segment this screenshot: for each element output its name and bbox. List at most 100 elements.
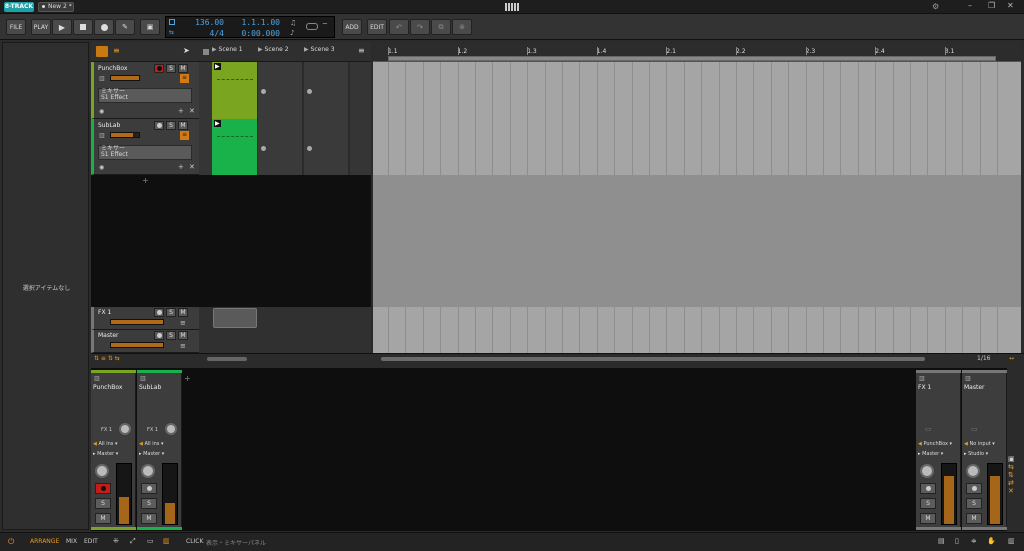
play-menu-button[interactable]: PLAY xyxy=(31,19,51,35)
record-button[interactable] xyxy=(94,19,114,35)
solo-button[interactable]: S xyxy=(166,308,176,317)
groove-icon[interactable]: ♫ xyxy=(290,19,296,27)
add-button[interactable]: ADD xyxy=(342,19,362,35)
curve-icon[interactable]: ~ xyxy=(322,20,328,28)
device-toggle-icon[interactable]: ≡ xyxy=(180,74,189,83)
volume-slider[interactable] xyxy=(110,319,164,325)
level-meter[interactable] xyxy=(987,463,1003,525)
mute-button[interactable]: M xyxy=(178,64,188,73)
link-icon[interactable]: ⤢ xyxy=(130,537,136,546)
solo-button[interactable]: S xyxy=(141,498,157,509)
mute-button[interactable]: M xyxy=(920,513,936,524)
loop-icon[interactable] xyxy=(169,19,175,25)
track-punchbox[interactable]: PunchBox S M ▥ ≡ ミキサー S1 Effect ◉ + ✕ xyxy=(91,62,203,119)
play-button[interactable]: ▶ xyxy=(52,19,72,35)
restore-icon[interactable]: ❐ xyxy=(988,1,995,10)
tempo-display[interactable]: 136.00 xyxy=(178,18,224,27)
mixer-strip[interactable]: ▥ Master ▭ ◀ No input ▾ ▸ Studio ▾ S M xyxy=(962,370,1007,530)
fx-icon[interactable]: ⇄ xyxy=(1008,479,1020,487)
output-select[interactable]: ▸ Master ▾ xyxy=(93,451,133,459)
input-select[interactable]: ◀ PunchBox ▾ xyxy=(918,441,958,449)
solo-button[interactable]: S xyxy=(920,498,936,509)
pan-knob[interactable] xyxy=(920,464,934,478)
volume-slider[interactable] xyxy=(110,75,140,81)
punch-icon[interactable]: ⇆ xyxy=(169,29,174,36)
mixer-strip[interactable]: ▥ PunchBox FX 1 ◀ All ins ▾ ▸ Master ▾ S M xyxy=(91,370,136,530)
project-tab[interactable]: New 2 * xyxy=(38,2,74,12)
eye-icon[interactable]: ◉ xyxy=(99,164,104,171)
mixer-strip[interactable]: ▥ FX 1 ▭ ◀ PunchBox ▾ ▸ Master ▾ S M xyxy=(916,370,961,530)
scene-list-icon[interactable]: ≡ xyxy=(358,46,365,55)
comment-icon[interactable]: ▣ xyxy=(1008,455,1020,463)
browser-icon[interactable]: ▤ xyxy=(938,537,945,545)
level-meter[interactable] xyxy=(941,463,957,525)
volume-slider[interactable] xyxy=(110,342,164,348)
input-select[interactable]: ◀ All ins ▾ xyxy=(93,441,133,449)
clip-slot-sublab-scene3[interactable] xyxy=(304,119,349,175)
solo-button[interactable]: S xyxy=(166,64,176,73)
output-select[interactable]: ▸ Master ▾ xyxy=(918,451,958,459)
scene-header-3[interactable]: ▶ Scene 3 xyxy=(304,46,350,58)
mixer-panel-icon[interactable]: ▥ xyxy=(163,537,170,545)
app-badge[interactable]: 8-TRACK xyxy=(4,2,34,12)
mix-tab[interactable]: MIX xyxy=(66,538,77,545)
eye-icon[interactable]: ◉ xyxy=(99,108,104,115)
send-knob[interactable] xyxy=(119,423,131,435)
mute-button[interactable]: M xyxy=(178,331,188,340)
grid-quant-label[interactable]: 1/16 xyxy=(977,355,990,362)
settings-icon[interactable]: ⚙ xyxy=(932,2,939,11)
record-arm-button[interactable] xyxy=(154,64,164,73)
record-arm-button[interactable] xyxy=(966,483,982,494)
arranger-icon[interactable]: ≡ xyxy=(113,46,125,57)
signature-display[interactable]: 4/4 xyxy=(178,29,224,38)
tap-icon[interactable]: ♪ xyxy=(290,29,294,37)
record-arm-button[interactable] xyxy=(920,483,936,494)
clip-slot-punchbox-scene2[interactable] xyxy=(258,62,303,119)
loop-region-bar[interactable] xyxy=(388,56,996,61)
record-arm-button[interactable] xyxy=(95,483,111,494)
device-chain-select[interactable]: ミキサー S1 Effect xyxy=(98,145,192,160)
device-chain-select[interactable]: ミキサー S1 Effect xyxy=(98,88,192,103)
mixer-strip[interactable]: ▥ SubLab FX 1 ◀ All ins ▾ ▸ Master ▾ S M xyxy=(137,370,182,530)
stop-all-clips-icon[interactable] xyxy=(203,49,209,55)
undo-button[interactable]: ↶ xyxy=(389,19,409,35)
metronome-button[interactable]: ▣ xyxy=(140,19,160,35)
fx-clip-slot-scene1[interactable] xyxy=(213,308,257,328)
add-device-icon[interactable]: + xyxy=(178,163,184,171)
position-display[interactable]: 1.1.1.00 xyxy=(230,18,280,27)
pan-knob[interactable] xyxy=(141,464,155,478)
solo-button[interactable]: S xyxy=(166,331,176,340)
input-select[interactable]: ◀ No input ▾ xyxy=(964,441,1004,449)
panel-icon[interactable]: ▭ xyxy=(147,537,154,545)
clip-slot-punchbox-scene1[interactable]: ▶ xyxy=(212,62,257,119)
mute-button[interactable]: M xyxy=(178,308,188,317)
io-icon[interactable]: ⇆ xyxy=(1008,463,1020,471)
edit-button[interactable]: EDIT xyxy=(367,19,387,35)
clip-slot-sublab-scene1[interactable]: ▶ xyxy=(212,119,257,175)
pan-knob[interactable] xyxy=(95,464,109,478)
solo-button[interactable]: S xyxy=(95,498,111,509)
device-toggle-icon[interactable]: ≡ xyxy=(180,319,186,327)
sliders-icon[interactable]: ≑ xyxy=(971,537,977,545)
device-toggle-icon[interactable]: ≡ xyxy=(180,131,189,140)
solo-button[interactable]: S xyxy=(966,498,982,509)
mute-button[interactable]: M xyxy=(966,513,982,524)
redo-button[interactable]: ↷ xyxy=(410,19,430,35)
level-meter[interactable] xyxy=(162,463,178,525)
close-icon[interactable]: ✕ xyxy=(1007,1,1014,10)
volume-slider[interactable] xyxy=(110,132,140,138)
record-arm-button[interactable] xyxy=(141,483,157,494)
track-master[interactable]: Master S M ≡ xyxy=(91,330,203,353)
power-icon[interactable]: ⏻ xyxy=(8,537,14,547)
shuffle-icon[interactable] xyxy=(306,23,318,30)
output-select[interactable]: ▸ Studio ▾ xyxy=(964,451,1004,459)
add-device-icon[interactable]: + xyxy=(178,107,184,115)
track-sublab[interactable]: SubLab S M ▥ ≡ ミキサー S1 Effect ◉ + ✕ xyxy=(91,119,203,175)
level-meter[interactable] xyxy=(116,463,132,525)
edit-tab[interactable]: EDIT xyxy=(84,538,98,545)
clip-slot-sublab-scene2[interactable] xyxy=(258,119,303,175)
cross-icon[interactable]: ✕ xyxy=(1008,487,1020,495)
clip-launcher-icon[interactable] xyxy=(96,46,108,57)
sends-icon[interactable]: ⇅ xyxy=(1008,471,1020,479)
automation-button[interactable]: ✎ xyxy=(115,19,135,35)
